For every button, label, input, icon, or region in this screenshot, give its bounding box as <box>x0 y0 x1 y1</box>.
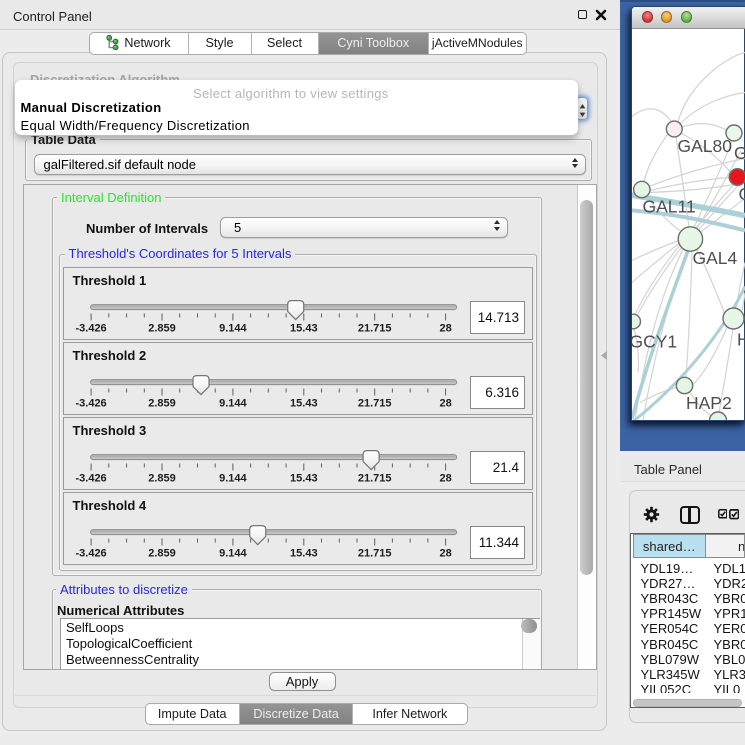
svg-text:GAL4: GAL4 <box>693 248 738 268</box>
svg-text:HAP2: HAP2 <box>686 393 732 413</box>
svg-text:2.859: 2.859 <box>148 398 176 410</box>
svg-text:2.859: 2.859 <box>148 548 176 560</box>
svg-text:28: 28 <box>439 323 451 335</box>
svg-text:-3.426: -3.426 <box>75 548 106 560</box>
svg-text:9.144: 9.144 <box>219 398 247 410</box>
svg-text:GCY1: GCY1 <box>632 331 677 351</box>
svg-text:GAL80: GAL80 <box>678 136 733 156</box>
svg-text:28: 28 <box>439 548 451 560</box>
svg-text:C: C <box>739 184 745 204</box>
svg-text:9.144: 9.144 <box>219 473 247 485</box>
svg-text:-3.426: -3.426 <box>75 323 106 335</box>
svg-text:21.715: 21.715 <box>357 323 391 335</box>
svg-text:21.715: 21.715 <box>357 473 391 485</box>
svg-text:-3.426: -3.426 <box>75 398 106 410</box>
svg-text:2.859: 2.859 <box>148 473 176 485</box>
svg-text:9.144: 9.144 <box>219 548 247 560</box>
svg-text:-3.426: -3.426 <box>75 473 106 485</box>
svg-text:15.43: 15.43 <box>290 548 318 560</box>
svg-text:28: 28 <box>439 473 451 485</box>
svg-text:21.715: 21.715 <box>357 398 391 410</box>
svg-text:28: 28 <box>439 398 451 410</box>
svg-text:2.859: 2.859 <box>148 323 176 335</box>
svg-text:GAL1: GAL1 <box>734 143 745 163</box>
svg-text:9.144: 9.144 <box>219 323 247 335</box>
svg-text:21.715: 21.715 <box>357 548 391 560</box>
svg-text:GAL11: GAL11 <box>643 196 696 216</box>
svg-text:15.43: 15.43 <box>290 323 318 335</box>
svg-text:H: H <box>737 329 745 349</box>
svg-text:15.43: 15.43 <box>290 473 318 485</box>
svg-text:15.43: 15.43 <box>290 398 318 410</box>
